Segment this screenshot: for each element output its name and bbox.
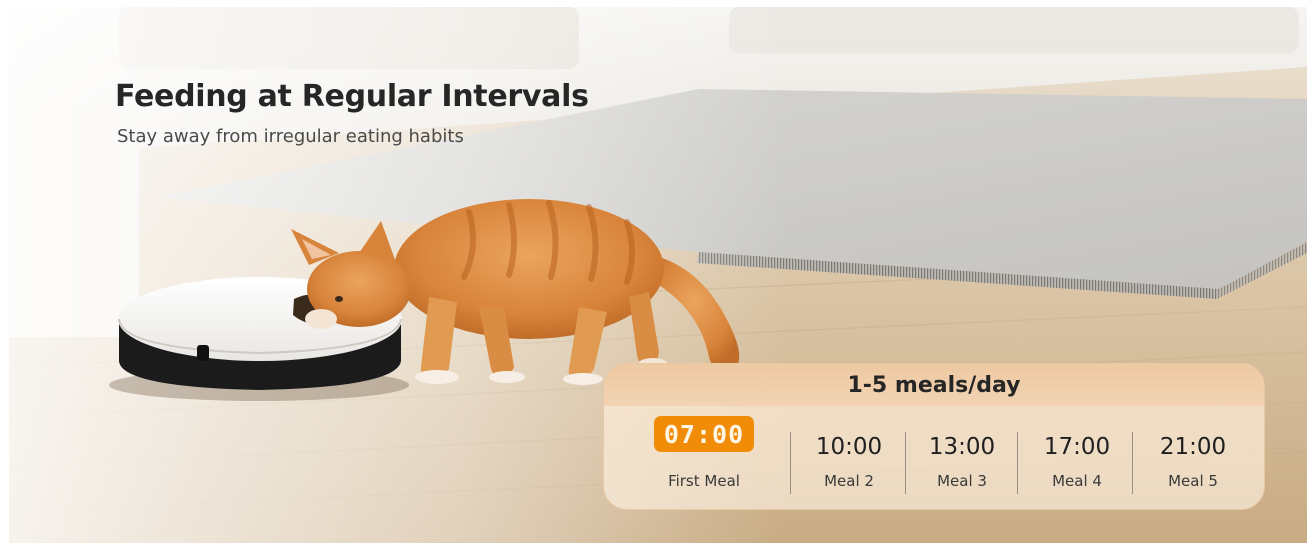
meal-slot-5: 21:00 Meal 5 <box>1136 406 1250 509</box>
meal-slot-3: 13:00 Meal 3 <box>907 406 1017 509</box>
meal-slot-2: 10:00 Meal 2 <box>794 406 904 509</box>
meal-label: Meal 3 <box>937 472 987 490</box>
meal-slot-first: 07:00 First Meal <box>614 406 794 509</box>
meal-slot-4: 17:00 Meal 4 <box>1022 406 1132 509</box>
meal-schedule-card: 1-5 meals/day 07:00 First Meal 10:00 Mea… <box>603 363 1265 510</box>
meal-divider <box>905 432 906 494</box>
meal-divider <box>790 432 791 494</box>
digital-clock-display: 07:00 <box>654 416 754 452</box>
meal-time: 17:00 <box>1043 434 1111 460</box>
first-meal-label: First Meal <box>668 472 740 490</box>
hero-banner: Feeding at Regular Intervals Stay away f… <box>9 7 1307 543</box>
meal-time: 13:00 <box>928 434 996 460</box>
subheadline: Stay away from irregular eating habits <box>117 126 464 147</box>
schedule-header: 1-5 meals/day <box>604 364 1264 406</box>
meal-label: Meal 2 <box>824 472 874 490</box>
first-meal-time: 07:00 <box>663 419 745 449</box>
meal-times-row: 07:00 First Meal 10:00 Meal 2 13:00 Meal… <box>604 406 1264 509</box>
headline: Feeding at Regular Intervals <box>115 79 589 114</box>
meal-label: Meal 4 <box>1052 472 1102 490</box>
schedule-title: 1-5 meals/day <box>847 372 1021 398</box>
meal-divider <box>1017 432 1018 494</box>
meal-time: 10:00 <box>815 434 883 460</box>
meal-time: 21:00 <box>1159 434 1227 460</box>
meal-label: Meal 5 <box>1168 472 1218 490</box>
meal-divider <box>1132 432 1133 494</box>
